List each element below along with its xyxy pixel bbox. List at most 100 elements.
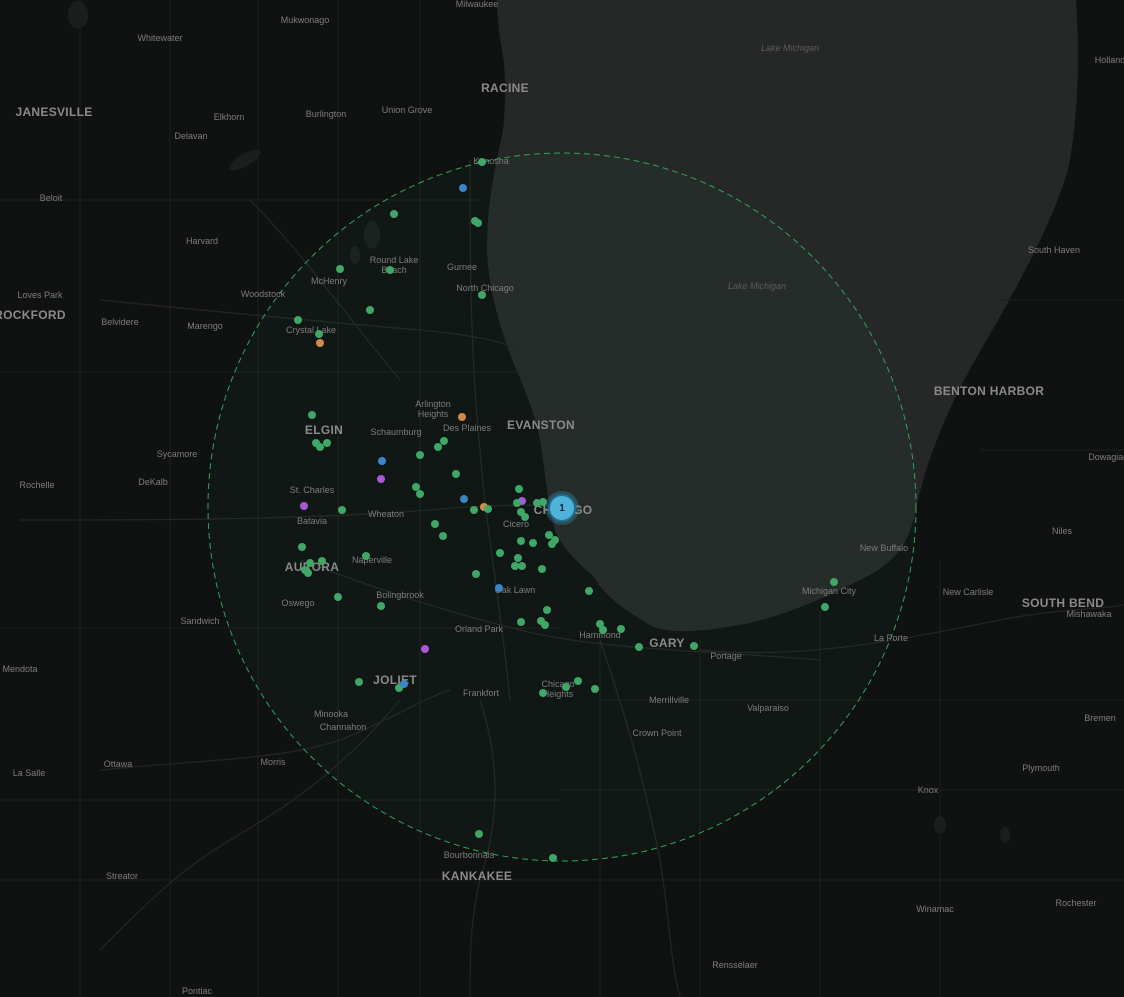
location-marker[interactable] xyxy=(821,603,829,611)
city-label: Merrillville xyxy=(649,695,689,705)
location-marker[interactable] xyxy=(690,642,698,650)
location-marker[interactable] xyxy=(452,470,460,478)
location-marker[interactable] xyxy=(294,316,302,324)
location-marker[interactable] xyxy=(416,490,424,498)
city-label: Rochester xyxy=(1055,898,1097,908)
city-label: Harvard xyxy=(185,236,219,246)
city-label: La Porte xyxy=(873,633,909,643)
city-label: Round Lake Beach xyxy=(369,255,419,275)
location-marker[interactable] xyxy=(434,443,442,451)
city-label: Oswego xyxy=(281,598,315,608)
map-canvas[interactable]: Lake Michigan Lake Michigan Milwaukee Mu… xyxy=(0,0,1124,997)
city-label: Bolingbrook xyxy=(376,590,424,600)
city-label: Plymouth xyxy=(1022,763,1060,773)
location-marker[interactable] xyxy=(458,413,466,421)
location-marker[interactable] xyxy=(316,339,324,347)
location-marker[interactable] xyxy=(431,520,439,528)
city-label: RACINE xyxy=(481,81,529,95)
location-marker[interactable] xyxy=(599,626,607,634)
city-label: DeKalb xyxy=(138,477,168,487)
location-marker[interactable] xyxy=(513,499,521,507)
city-label: Holland xyxy=(1094,55,1124,65)
location-marker[interactable] xyxy=(591,685,599,693)
location-marker[interactable] xyxy=(548,540,556,548)
location-marker[interactable] xyxy=(390,210,398,218)
location-marker[interactable] xyxy=(585,587,593,595)
city-label: Channahon xyxy=(319,722,367,732)
city-label: Burlington xyxy=(305,109,347,119)
location-marker[interactable] xyxy=(495,584,503,592)
location-marker[interactable] xyxy=(400,680,408,688)
location-marker[interactable] xyxy=(521,513,529,521)
city-label: Bremen xyxy=(1084,713,1116,723)
location-marker[interactable] xyxy=(362,552,370,560)
location-marker[interactable] xyxy=(484,505,492,513)
location-marker[interactable] xyxy=(574,677,582,685)
location-marker[interactable] xyxy=(318,557,326,565)
city-label: Loves Park xyxy=(17,290,63,300)
location-marker[interactable] xyxy=(298,543,306,551)
city-label: McHenry xyxy=(310,276,348,286)
city-label: GARY xyxy=(649,636,685,650)
location-marker[interactable] xyxy=(478,291,486,299)
location-marker[interactable] xyxy=(460,495,468,503)
location-marker[interactable] xyxy=(421,645,429,653)
location-marker[interactable] xyxy=(439,532,447,540)
location-marker[interactable] xyxy=(338,506,346,514)
location-marker[interactable] xyxy=(529,539,537,547)
location-marker[interactable] xyxy=(300,502,308,510)
city-label: Ottawa xyxy=(103,759,133,769)
city-label: Des Plaines xyxy=(442,423,492,433)
city-label: Portage xyxy=(710,651,742,661)
location-marker[interactable] xyxy=(518,562,526,570)
location-marker[interactable] xyxy=(478,158,486,166)
location-marker[interactable] xyxy=(308,411,316,419)
city-label: Naperville xyxy=(351,555,393,565)
location-marker[interactable] xyxy=(538,565,546,573)
location-marker[interactable] xyxy=(459,184,467,192)
city-label: Streator xyxy=(105,871,139,881)
location-marker[interactable] xyxy=(543,606,551,614)
cluster-marker[interactable]: 1 xyxy=(548,494,576,522)
location-marker[interactable] xyxy=(562,683,570,691)
location-marker[interactable] xyxy=(539,498,547,506)
location-marker[interactable] xyxy=(416,451,424,459)
location-marker[interactable] xyxy=(635,643,643,651)
city-label: Mukwonago xyxy=(280,15,330,25)
location-marker[interactable] xyxy=(515,485,523,493)
location-marker[interactable] xyxy=(496,549,504,557)
city-label: Minooka xyxy=(313,709,349,719)
location-marker[interactable] xyxy=(549,854,557,862)
location-marker[interactable] xyxy=(377,602,385,610)
city-label: New Carlisle xyxy=(942,587,994,597)
city-label: Crystal Lake xyxy=(285,325,337,335)
city-label: Batavia xyxy=(296,516,328,526)
location-marker[interactable] xyxy=(315,330,323,338)
location-marker[interactable] xyxy=(366,306,374,314)
location-marker[interactable] xyxy=(517,618,525,626)
location-marker[interactable] xyxy=(475,830,483,838)
location-marker[interactable] xyxy=(539,689,547,697)
location-marker[interactable] xyxy=(386,266,394,274)
location-marker[interactable] xyxy=(470,506,478,514)
city-label: Gurnee xyxy=(446,262,478,272)
location-marker[interactable] xyxy=(517,537,525,545)
location-marker[interactable] xyxy=(830,578,838,586)
location-marker[interactable] xyxy=(336,265,344,273)
location-marker[interactable] xyxy=(355,678,363,686)
city-label: Michigan City xyxy=(801,586,857,596)
city-label: Knox xyxy=(917,785,939,795)
location-marker[interactable] xyxy=(541,621,549,629)
location-marker[interactable] xyxy=(472,570,480,578)
location-marker[interactable] xyxy=(617,625,625,633)
city-label: ELGIN xyxy=(304,423,344,437)
city-label: South Haven xyxy=(1027,245,1081,255)
city-label: Frankfort xyxy=(462,688,500,698)
location-marker[interactable] xyxy=(378,457,386,465)
location-marker[interactable] xyxy=(323,439,331,447)
location-marker[interactable] xyxy=(377,475,385,483)
location-marker[interactable] xyxy=(514,554,522,562)
location-marker[interactable] xyxy=(474,219,482,227)
location-marker[interactable] xyxy=(334,593,342,601)
location-marker[interactable] xyxy=(304,569,312,577)
